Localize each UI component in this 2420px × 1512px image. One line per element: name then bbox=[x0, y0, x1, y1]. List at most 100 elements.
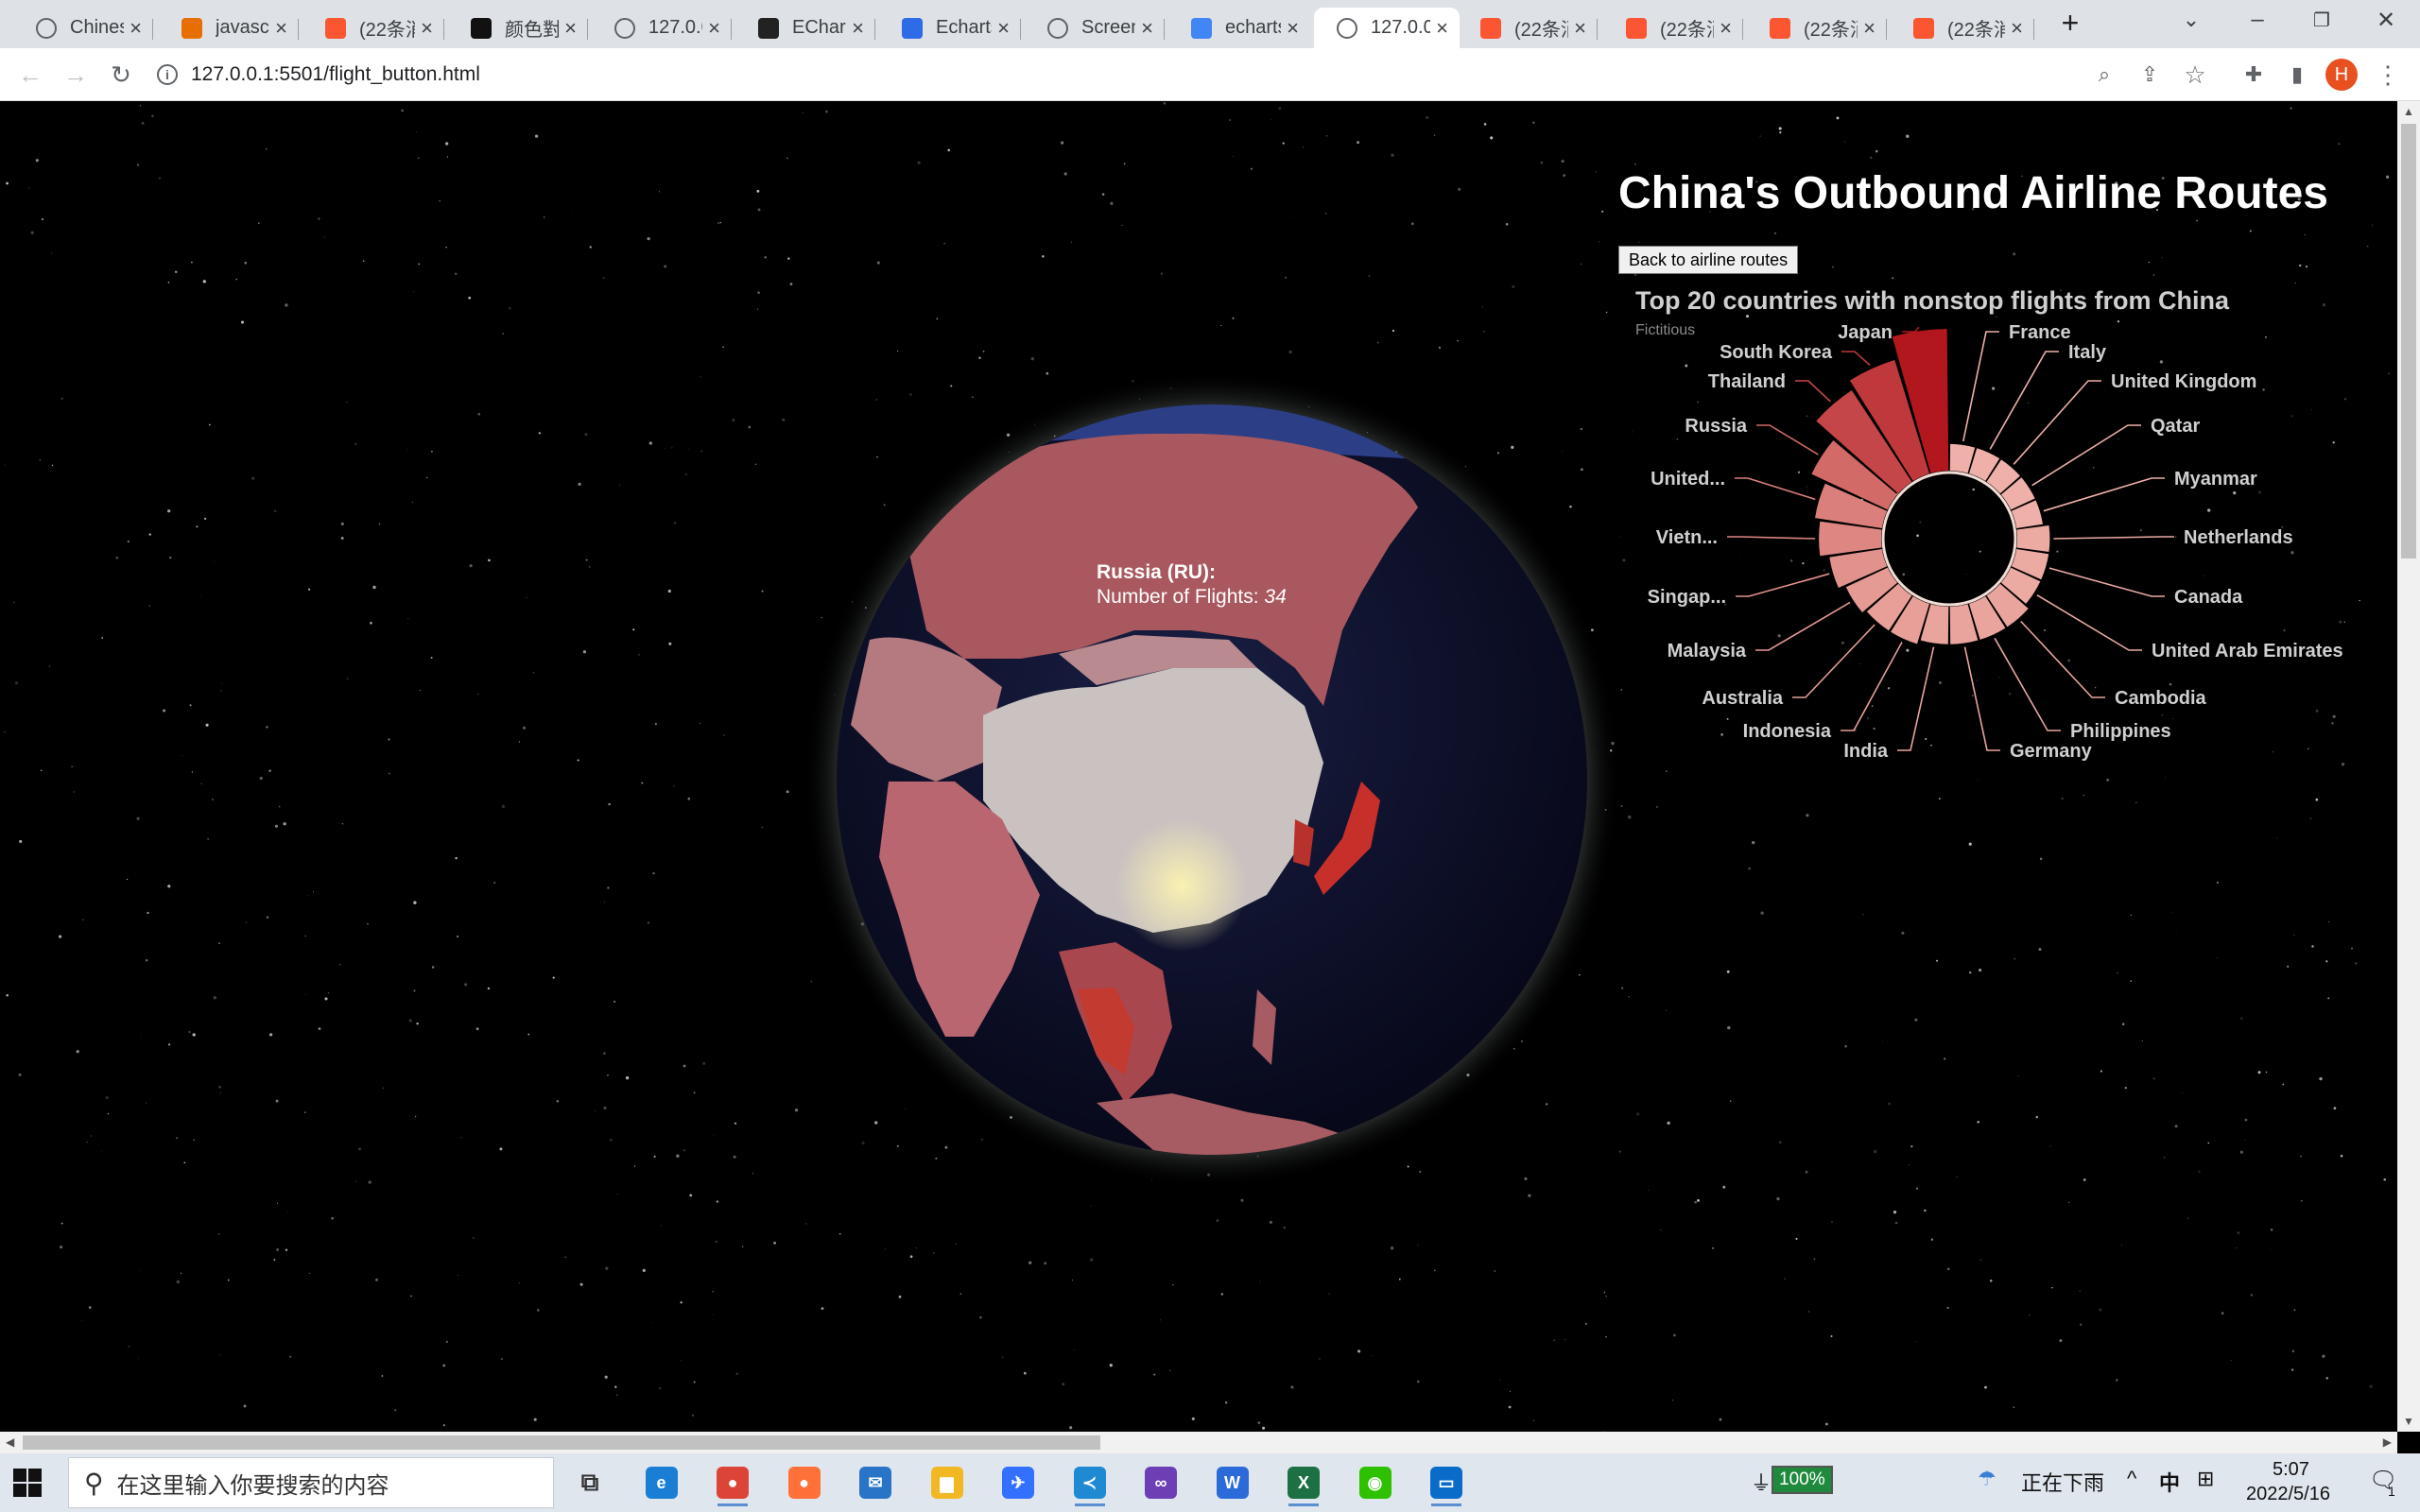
extensions-icon[interactable]: ✚ bbox=[2237, 58, 2271, 92]
csdn-icon bbox=[325, 17, 346, 39]
close-tab-icon[interactable]: × bbox=[130, 16, 142, 41]
minimize-button[interactable]: – bbox=[2221, 0, 2293, 40]
close-tab-icon[interactable]: × bbox=[1863, 16, 1876, 41]
side-panel-icon[interactable]: ▮ bbox=[2280, 58, 2314, 92]
vscode-icon[interactable]: ≺ bbox=[1067, 1461, 1113, 1506]
category-label: Japan bbox=[1838, 322, 1893, 343]
remote-desktop-icon[interactable]: ▭ bbox=[1424, 1461, 1469, 1506]
site-info-icon[interactable]: i bbox=[157, 64, 178, 85]
scroll-left-icon[interactable]: ◀ bbox=[6, 1435, 14, 1449]
address-bar[interactable]: i 127.0.0.1:5501/flight_button.html bbox=[157, 56, 2048, 94]
search-icon: ⚲ bbox=[84, 1468, 104, 1498]
ime-indicator[interactable]: 中 bbox=[2159, 1467, 2180, 1497]
battery-indicator[interactable]: 100% bbox=[1772, 1466, 1833, 1494]
scroll-right-icon[interactable]: ▶ bbox=[2383, 1435, 2392, 1449]
tab-7[interactable]: Echarts× bbox=[879, 8, 1021, 48]
tab-5[interactable]: 127.0.0.1 × bbox=[592, 8, 732, 48]
visual-studio-icon[interactable]: ∞ bbox=[1138, 1461, 1184, 1504]
scroll-down-icon[interactable]: ▼ bbox=[2403, 1415, 2414, 1428]
category-label: Germany bbox=[2010, 741, 2093, 762]
profile-avatar[interactable]: H bbox=[2325, 59, 2358, 91]
menu-icon[interactable]: ⋮ bbox=[2371, 58, 2405, 92]
new-tab-button[interactable]: + bbox=[2053, 6, 2087, 40]
tab-10[interactable]: 127.0.0.1× bbox=[1314, 8, 1460, 48]
label-leader-line bbox=[1727, 536, 1816, 540]
ime-mode-icon[interactable]: ⊞ bbox=[2197, 1467, 2214, 1491]
tab-title: (22条消息) bbox=[1660, 20, 1714, 41]
close-tab-icon[interactable]: × bbox=[1287, 16, 1299, 41]
clock-time[interactable]: 5:07 bbox=[2273, 1459, 2309, 1481]
url-text[interactable]: 127.0.0.1:5501/flight_button.html bbox=[191, 63, 480, 86]
close-tab-icon[interactable]: × bbox=[1574, 16, 1586, 41]
forward-icon[interactable]: → bbox=[59, 58, 93, 92]
close-tab-icon[interactable]: × bbox=[708, 16, 720, 41]
tab-4[interactable]: 颜色對照× bbox=[448, 8, 588, 48]
close-tab-icon[interactable]: × bbox=[1436, 16, 1448, 41]
tab-3[interactable]: (22条消息)× bbox=[302, 8, 444, 48]
firefox-icon[interactable]: ● bbox=[782, 1461, 827, 1504]
close-tab-icon[interactable]: × bbox=[421, 16, 433, 41]
tab-12[interactable]: (22条消息) × bbox=[1603, 8, 1743, 48]
chrome-icon[interactable]: ● bbox=[710, 1461, 755, 1506]
file-explorer-icon[interactable]: ▆ bbox=[925, 1461, 970, 1504]
vertical-scroll-thumb[interactable] bbox=[2401, 124, 2416, 558]
label-leader-line bbox=[1735, 477, 1816, 501]
excel-icon[interactable]: X bbox=[1281, 1461, 1326, 1506]
close-tab-icon[interactable]: × bbox=[997, 16, 1010, 41]
tab-2[interactable]: javascript × bbox=[159, 8, 299, 48]
show-hidden-icons-icon[interactable]: ^ bbox=[2127, 1467, 2136, 1491]
label-leader-line bbox=[2043, 477, 2165, 512]
wechat-icon[interactable]: ◉ bbox=[1353, 1461, 1398, 1504]
csdn-icon bbox=[1626, 17, 1647, 39]
tab-1[interactable]: Chinese × bbox=[13, 8, 153, 48]
close-tab-icon[interactable]: × bbox=[852, 16, 864, 41]
tab-search-button[interactable]: ⌄ bbox=[2155, 0, 2227, 40]
wps-icon[interactable]: W bbox=[1210, 1461, 1255, 1504]
close-tab-icon[interactable]: × bbox=[1141, 16, 1153, 41]
vertical-scrollbar[interactable]: ▲ ▼ bbox=[2397, 101, 2420, 1432]
bookmark-star-icon[interactable]: ☆ bbox=[2178, 58, 2212, 92]
close-tab-icon[interactable]: × bbox=[564, 16, 577, 41]
zoom-icon[interactable]: ⌕ bbox=[2087, 58, 2121, 92]
horizontal-scrollbar[interactable]: ◀ ▶ bbox=[0, 1432, 2397, 1453]
edge-icon[interactable]: e bbox=[639, 1461, 684, 1504]
close-tab-icon[interactable]: × bbox=[2011, 16, 2023, 41]
restore-button[interactable]: ❐ bbox=[2286, 0, 2358, 40]
file-explorer-glyph: ▆ bbox=[930, 1467, 963, 1499]
reload-icon[interactable]: ↻ bbox=[104, 58, 138, 92]
task-view-glyph: ⧉ bbox=[580, 1468, 599, 1496]
label-leader-line bbox=[2031, 424, 2141, 487]
horizontal-scroll-thumb[interactable] bbox=[23, 1435, 1100, 1450]
windows-start-icon[interactable] bbox=[13, 1469, 42, 1497]
tab-6[interactable]: ECharts × bbox=[735, 8, 875, 48]
close-window-button[interactable]: ✕ bbox=[2350, 0, 2420, 40]
label-leader-line bbox=[2053, 536, 2174, 540]
tab-title: Chinese bbox=[70, 17, 124, 38]
monitor-icon bbox=[1047, 17, 1068, 39]
category-label: United... bbox=[1651, 469, 1725, 490]
share-icon[interactable]: ⇪ bbox=[2133, 58, 2167, 92]
taskbar-search[interactable]: ⚲ 在这里输入你要搜索的内容 bbox=[68, 1457, 554, 1508]
back-icon[interactable]: ← bbox=[13, 58, 47, 92]
tab-14[interactable]: (22条消息)× bbox=[1891, 8, 2034, 48]
weather-rain-icon[interactable]: ☂ bbox=[1978, 1467, 1996, 1491]
tab-8[interactable]: Screen × bbox=[1025, 8, 1165, 48]
feishu-icon[interactable]: ✈ bbox=[995, 1461, 1041, 1504]
tab-title: ECharts bbox=[792, 17, 846, 38]
tab-title: 颜色對照 bbox=[505, 20, 560, 41]
clock-date[interactable]: 2022/5/16 bbox=[2246, 1484, 2330, 1505]
mail-icon[interactable]: ✉ bbox=[853, 1461, 898, 1504]
label-leader-line bbox=[1962, 331, 1999, 442]
weather-text[interactable]: 正在下雨 bbox=[2021, 1467, 2104, 1497]
tab-11[interactable]: (22条消息) × bbox=[1458, 8, 1598, 48]
close-tab-icon[interactable]: × bbox=[275, 16, 287, 41]
chrome-glyph: ● bbox=[717, 1467, 749, 1499]
close-tab-icon[interactable]: × bbox=[1720, 16, 1732, 41]
visual-studio-glyph: ∞ bbox=[1145, 1467, 1177, 1499]
scroll-up-icon[interactable]: ▲ bbox=[2403, 105, 2414, 118]
tab-9[interactable]: echarts × bbox=[1168, 8, 1310, 48]
polar-bar-netherlands[interactable] bbox=[2016, 524, 2050, 553]
tab-13[interactable]: (22条消息)× bbox=[1747, 8, 1887, 48]
power-plug-icon[interactable]: ⏚ bbox=[1751, 1467, 1772, 1497]
task-view-icon[interactable]: ⧉ bbox=[567, 1461, 613, 1504]
